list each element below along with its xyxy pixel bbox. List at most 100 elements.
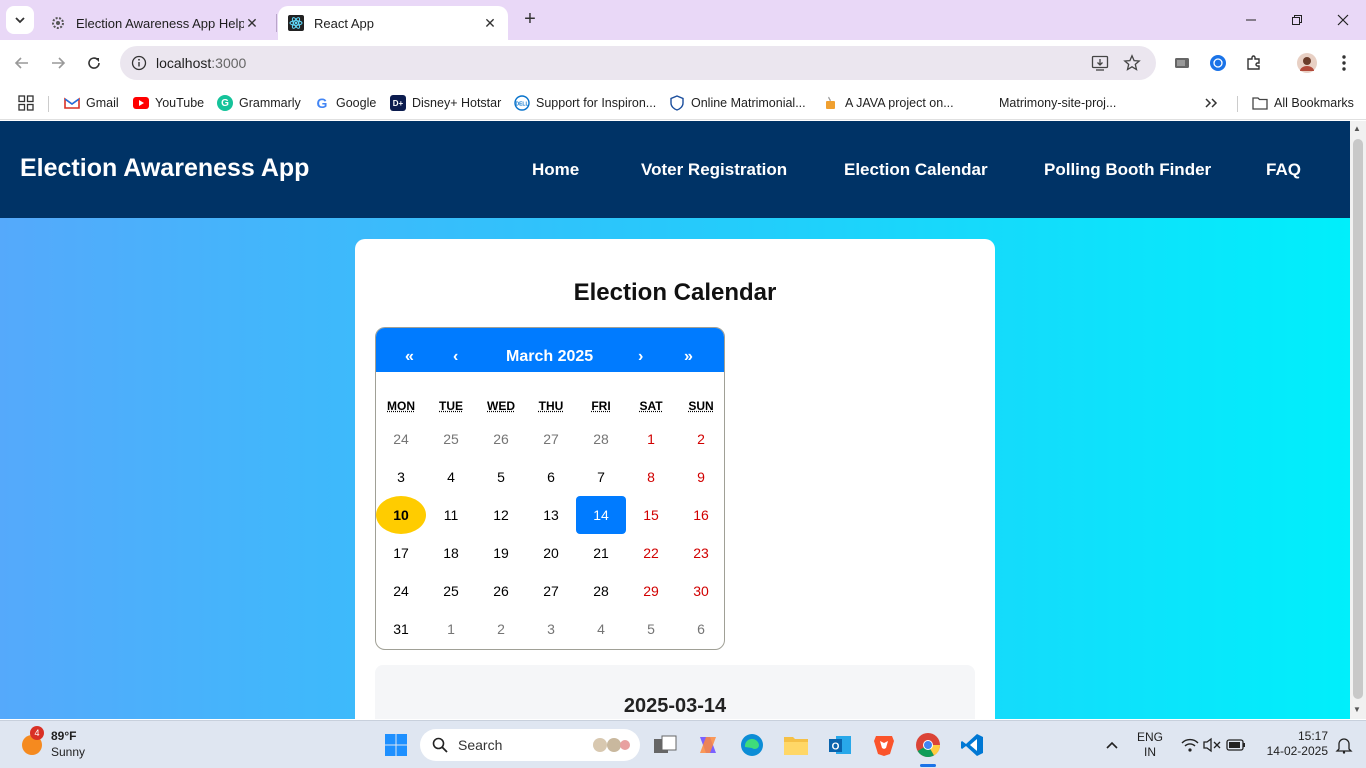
brave-icon[interactable] bbox=[870, 731, 898, 759]
bookmark-java[interactable]: A JAVA project on... bbox=[823, 92, 954, 114]
page-scrollbar[interactable]: ▲ ▼ bbox=[1350, 121, 1366, 719]
bookmark-google[interactable]: G Google bbox=[314, 92, 377, 114]
calendar-day[interactable]: 24 bbox=[376, 572, 426, 610]
bookmark-grammarly[interactable]: G Grammarly bbox=[217, 92, 301, 114]
bookmarks-overflow-icon[interactable] bbox=[1204, 92, 1218, 114]
file-explorer-icon[interactable] bbox=[782, 731, 810, 759]
tab-search-button[interactable] bbox=[6, 6, 34, 34]
reload-button[interactable] bbox=[81, 50, 107, 76]
task-view-icon[interactable] bbox=[651, 731, 679, 759]
back-button[interactable] bbox=[9, 50, 35, 76]
install-app-icon[interactable] bbox=[1089, 52, 1111, 74]
profile-avatar[interactable] bbox=[1296, 52, 1318, 74]
close-icon[interactable]: ✕ bbox=[244, 15, 260, 32]
show-hidden-icons[interactable] bbox=[1098, 731, 1126, 759]
next-year-button[interactable]: » bbox=[684, 348, 693, 366]
calendar-day[interactable]: 29 bbox=[626, 572, 676, 610]
calendar-day[interactable]: 25 bbox=[426, 572, 476, 610]
weather-widget[interactable]: 4 bbox=[18, 726, 46, 758]
forward-button[interactable] bbox=[45, 50, 71, 76]
calendar-day[interactable]: 25 bbox=[426, 420, 476, 458]
calendar-day[interactable]: 20 bbox=[526, 534, 576, 572]
calendar-day[interactable]: 11 bbox=[426, 496, 476, 534]
calendar-day[interactable]: 12 bbox=[476, 496, 526, 534]
scroll-down-icon[interactable]: ▼ bbox=[1353, 705, 1361, 714]
calendar-day[interactable]: 1 bbox=[426, 610, 476, 648]
calendar-day[interactable]: 28 bbox=[576, 572, 626, 610]
apps-grid-icon[interactable] bbox=[18, 92, 34, 114]
calendar-day[interactable]: 3 bbox=[526, 610, 576, 648]
nav-home[interactable]: Home bbox=[532, 160, 579, 180]
calendar-day[interactable]: 17 bbox=[376, 534, 426, 572]
start-button[interactable] bbox=[382, 731, 410, 759]
calendar-day[interactable]: 23 bbox=[676, 534, 724, 572]
calendar-day[interactable]: 2 bbox=[676, 420, 724, 458]
prev-month-button[interactable]: ‹ bbox=[453, 348, 458, 366]
calendar-day[interactable]: 15 bbox=[626, 496, 676, 534]
nav-voter-registration[interactable]: Voter Registration bbox=[641, 160, 787, 180]
taskbar-search[interactable]: Search bbox=[420, 729, 640, 761]
new-tab-button[interactable]: + bbox=[518, 8, 542, 32]
calendar-day[interactable]: 6 bbox=[526, 458, 576, 496]
address-bar[interactable]: localhost:3000 bbox=[120, 46, 1156, 80]
calendar-day[interactable]: 2 bbox=[476, 610, 526, 648]
vscode-icon[interactable] bbox=[958, 731, 986, 759]
calendar-day[interactable]: 13 bbox=[526, 496, 576, 534]
copilot-icon[interactable] bbox=[694, 731, 722, 759]
close-window-button[interactable] bbox=[1320, 0, 1366, 40]
bookmark-matrimonial[interactable]: Online Matrimonial... bbox=[669, 92, 806, 114]
calendar-day[interactable]: 22 bbox=[626, 534, 676, 572]
bookmark-matrimony-site[interactable]: Matrimony-site-proj... bbox=[999, 92, 1116, 114]
edge-icon[interactable] bbox=[738, 731, 766, 759]
calendar-day[interactable]: 26 bbox=[476, 420, 526, 458]
notifications-icon[interactable] bbox=[1330, 731, 1358, 759]
calendar-day[interactable]: 14 bbox=[576, 496, 626, 534]
bookmark-hotstar[interactable]: D+ Disney+ Hotstar bbox=[390, 92, 501, 114]
bookmark-gmail[interactable]: Gmail bbox=[64, 92, 119, 114]
calendar-day[interactable]: 28 bbox=[576, 420, 626, 458]
calendar-day[interactable]: 21 bbox=[576, 534, 626, 572]
clock[interactable]: 15:17 14-02-2025 bbox=[1256, 729, 1328, 759]
bookmark-youtube[interactable]: YouTube bbox=[133, 92, 204, 114]
calendar-day[interactable]: 7 bbox=[576, 458, 626, 496]
outlook-icon[interactable]: O bbox=[826, 731, 854, 759]
calendar-day[interactable]: 27 bbox=[526, 420, 576, 458]
more-menu-icon[interactable] bbox=[1333, 52, 1355, 74]
nav-polling-booth-finder[interactable]: Polling Booth Finder bbox=[1044, 160, 1211, 180]
bookmark-star-icon[interactable] bbox=[1121, 52, 1143, 74]
all-bookmarks[interactable]: All Bookmarks bbox=[1252, 92, 1354, 114]
calendar-day[interactable]: 19 bbox=[476, 534, 526, 572]
restore-button[interactable] bbox=[1274, 0, 1320, 40]
calendar-day[interactable]: 5 bbox=[626, 610, 676, 648]
nav-faq[interactable]: FAQ bbox=[1266, 160, 1301, 180]
scroll-up-icon[interactable]: ▲ bbox=[1353, 124, 1361, 133]
close-icon[interactable]: ✕ bbox=[482, 15, 498, 32]
bookmark-dell[interactable]: DELL Support for Inspiron... bbox=[514, 92, 656, 114]
battery-icon[interactable] bbox=[1222, 731, 1250, 759]
calendar-day[interactable]: 9 bbox=[676, 458, 724, 496]
calendar-day[interactable]: 27 bbox=[526, 572, 576, 610]
calendar-day[interactable]: 31 bbox=[376, 610, 426, 648]
calendar-day[interactable]: 16 bbox=[676, 496, 724, 534]
chrome-icon[interactable] bbox=[914, 731, 942, 767]
calendar-day[interactable]: 3 bbox=[376, 458, 426, 496]
calendar-day[interactable]: 24 bbox=[376, 420, 426, 458]
calendar-day[interactable]: 30 bbox=[676, 572, 724, 610]
calendar-day[interactable]: 4 bbox=[576, 610, 626, 648]
calendar-day[interactable]: 5 bbox=[476, 458, 526, 496]
calendar-day[interactable]: 6 bbox=[676, 610, 724, 648]
calendar-month-label[interactable]: March 2025 bbox=[506, 348, 593, 366]
nav-election-calendar[interactable]: Election Calendar bbox=[844, 160, 988, 180]
tab-election-help[interactable]: Election Awareness App Help ✕ bbox=[40, 6, 270, 40]
site-info-icon[interactable] bbox=[122, 55, 156, 71]
next-month-button[interactable]: › bbox=[638, 348, 643, 366]
tab-react-app[interactable]: React App ✕ bbox=[278, 6, 508, 40]
minimize-button[interactable] bbox=[1228, 0, 1274, 40]
calendar-day[interactable]: 4 bbox=[426, 458, 476, 496]
calendar-day[interactable]: 8 bbox=[626, 458, 676, 496]
extensions-puzzle-icon[interactable] bbox=[1243, 52, 1265, 74]
extension-cast-icon[interactable] bbox=[1171, 52, 1193, 74]
calendar-day[interactable]: 26 bbox=[476, 572, 526, 610]
calendar-day[interactable]: 1 bbox=[626, 420, 676, 458]
calendar-day[interactable]: 10 bbox=[376, 496, 426, 534]
